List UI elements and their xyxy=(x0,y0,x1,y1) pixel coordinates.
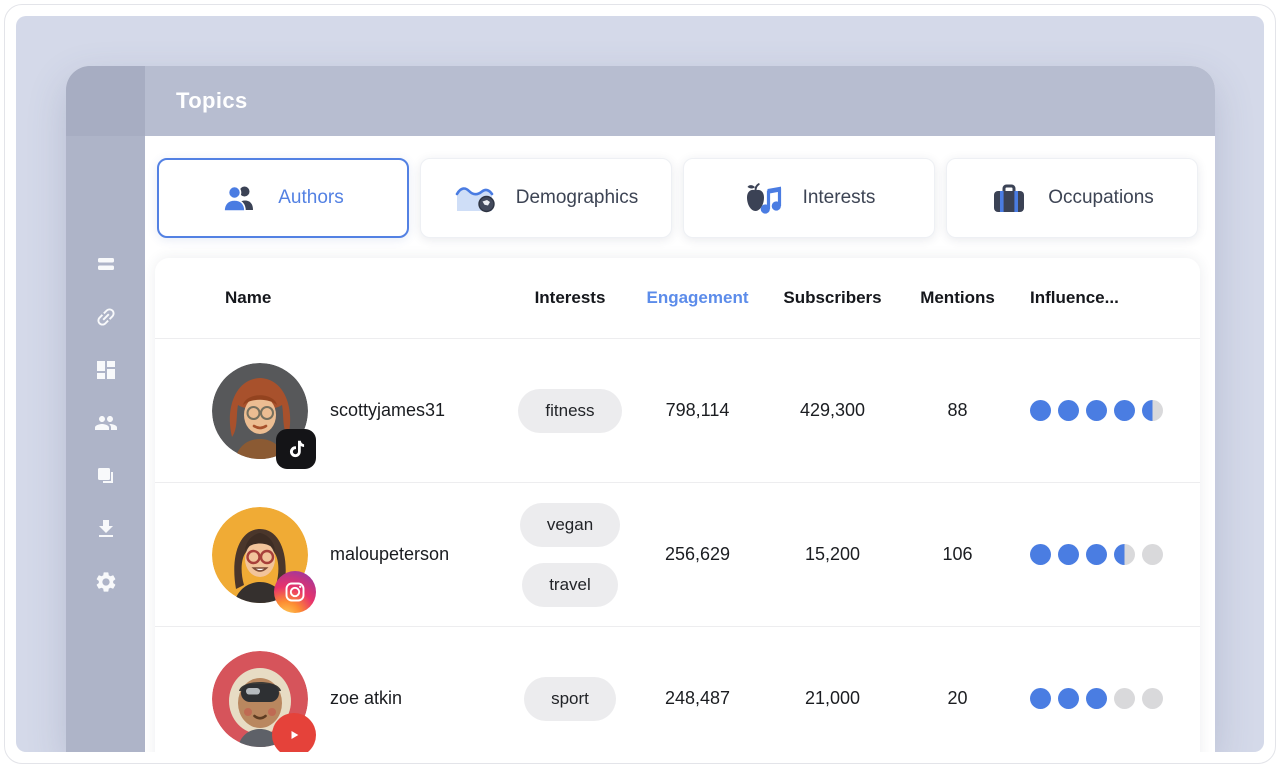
authors-icon xyxy=(222,183,258,214)
avatar xyxy=(212,651,308,747)
author-cell: maloupeterson xyxy=(155,507,500,603)
tab-demographics[interactable]: Demographics xyxy=(420,158,672,238)
interest-tag: travel xyxy=(522,563,618,607)
engagement-value: 798,114 xyxy=(640,400,755,421)
influence-rating xyxy=(1005,688,1200,709)
interest-tag: sport xyxy=(524,677,616,721)
instagram-badge-icon xyxy=(274,571,316,613)
sidebar xyxy=(66,66,145,752)
occupations-icon xyxy=(990,182,1028,215)
tab-label: Demographics xyxy=(516,187,639,209)
column-header-influence[interactable]: Influence... xyxy=(1005,288,1200,308)
subscribers-value: 21,000 xyxy=(755,688,910,709)
dashboard-icon[interactable] xyxy=(94,358,118,382)
authors-table: Name Interests Engagement Subscribers Me… xyxy=(155,258,1200,752)
avatar xyxy=(212,363,308,459)
interest-tag: vegan xyxy=(520,503,620,547)
demographics-icon xyxy=(454,181,496,215)
influence-dot xyxy=(1114,544,1135,565)
avatar xyxy=(212,507,308,603)
mentions-value: 20 xyxy=(910,688,1005,709)
titlebar: Topics xyxy=(145,66,1215,136)
author-name: maloupeterson xyxy=(330,544,449,565)
author-cell: zoe atkin xyxy=(155,651,500,747)
mentions-value: 88 xyxy=(910,400,1005,421)
engagement-value: 256,629 xyxy=(640,544,755,565)
table-row[interactable]: zoe atkin sport 248,487 21,000 20 xyxy=(155,626,1200,752)
people-icon[interactable] xyxy=(94,411,118,435)
interests-icon xyxy=(743,181,783,215)
interests-cell: fitness xyxy=(500,389,640,433)
influence-dot xyxy=(1030,688,1051,709)
author-name: scottyjames31 xyxy=(330,400,445,421)
desktop-background: Topics Authors xyxy=(16,16,1264,752)
app-window: Topics Authors xyxy=(66,66,1215,752)
influence-dot xyxy=(1086,544,1107,565)
settings-icon[interactable] xyxy=(94,570,118,594)
tab-label: Authors xyxy=(278,187,343,209)
menu-icon[interactable] xyxy=(94,252,118,276)
influence-dot xyxy=(1086,400,1107,421)
tab-authors[interactable]: Authors xyxy=(157,158,409,238)
table-row[interactable]: scottyjames31 fitness 798,114 429,300 88 xyxy=(155,338,1200,482)
influence-dot xyxy=(1058,544,1079,565)
column-header-name[interactable]: Name xyxy=(155,288,500,308)
subscribers-value: 429,300 xyxy=(755,400,910,421)
column-header-mentions[interactable]: Mentions xyxy=(910,288,1005,308)
main-content: Authors Demographics xyxy=(145,136,1215,752)
page-title: Topics xyxy=(176,88,248,114)
author-cell: scottyjames31 xyxy=(155,363,500,459)
influence-rating xyxy=(1005,400,1200,421)
tab-label: Occupations xyxy=(1048,187,1154,209)
column-header-engagement[interactable]: Engagement xyxy=(640,288,755,308)
interest-tag: fitness xyxy=(518,389,621,433)
interests-cell: vegan travel xyxy=(500,503,640,607)
link-icon[interactable] xyxy=(94,305,118,329)
interests-cell: sport xyxy=(500,677,640,721)
influence-dot xyxy=(1114,400,1135,421)
tiktok-badge-icon xyxy=(276,429,316,469)
engagement-value: 248,487 xyxy=(640,688,755,709)
mentions-value: 106 xyxy=(910,544,1005,565)
influence-dot xyxy=(1030,544,1051,565)
influence-dot xyxy=(1142,688,1163,709)
influence-rating xyxy=(1005,544,1200,565)
tab-interests[interactable]: Interests xyxy=(683,158,935,238)
table-row[interactable]: maloupeterson vegan travel 256,629 15,20… xyxy=(155,482,1200,626)
column-header-subscribers[interactable]: Subscribers xyxy=(755,288,910,308)
influence-dot xyxy=(1114,688,1135,709)
table-header-row: Name Interests Engagement Subscribers Me… xyxy=(155,258,1200,338)
author-name: zoe atkin xyxy=(330,688,402,709)
sidebar-top-cap xyxy=(66,66,145,136)
influence-dot xyxy=(1058,400,1079,421)
influence-dot xyxy=(1142,400,1163,421)
youtube-badge-icon xyxy=(272,713,316,753)
influence-dot xyxy=(1058,688,1079,709)
download-icon[interactable] xyxy=(94,517,118,541)
influence-dot xyxy=(1142,544,1163,565)
copy-icon[interactable] xyxy=(94,464,118,488)
tab-occupations[interactable]: Occupations xyxy=(946,158,1198,238)
tab-bar: Authors Demographics xyxy=(157,158,1198,238)
influence-dot xyxy=(1030,400,1051,421)
tab-label: Interests xyxy=(803,187,876,209)
column-header-interests[interactable]: Interests xyxy=(500,288,640,308)
subscribers-value: 15,200 xyxy=(755,544,910,565)
influence-dot xyxy=(1086,688,1107,709)
